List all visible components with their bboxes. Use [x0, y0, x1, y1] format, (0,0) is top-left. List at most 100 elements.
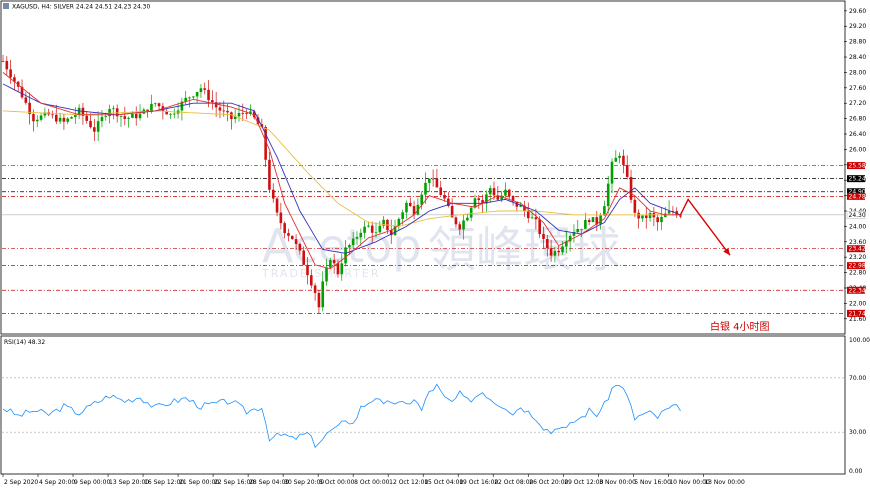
candle-body — [580, 228, 583, 230]
candle-body — [584, 219, 587, 229]
candle-body — [625, 164, 629, 177]
candle-body — [222, 110, 226, 112]
candle-body — [561, 246, 564, 253]
candle-body — [192, 96, 195, 98]
candle-body — [66, 118, 70, 122]
level-label: 21.74 — [849, 310, 866, 317]
candle-body — [576, 229, 580, 233]
rsi-label: RSI(14) 48.32 — [4, 339, 45, 346]
y-tick-label: 29.20 — [849, 23, 866, 30]
candle-body — [131, 113, 134, 118]
level-label: 22.98 — [849, 263, 866, 270]
candle-body — [370, 225, 374, 233]
candle-body — [614, 157, 618, 162]
x-tick-label: 26 Oct 20:00 — [529, 479, 568, 486]
candle-body — [439, 187, 443, 195]
candle-body — [542, 234, 545, 239]
watermark-cjk: 領峰環球 — [428, 222, 620, 278]
candle-body — [408, 202, 412, 207]
candle-body — [401, 212, 404, 219]
candle-body — [123, 116, 127, 119]
x-tick-label: 5 Oct 00:00 — [319, 479, 354, 486]
candle-body — [435, 178, 439, 188]
candle-body — [351, 238, 355, 246]
candle-body — [587, 219, 591, 223]
candle-body — [374, 232, 378, 234]
candle-body — [127, 117, 130, 119]
y-tick-label: 28.80 — [849, 39, 866, 46]
candle-body — [275, 198, 279, 213]
candle-body — [591, 217, 595, 223]
x-tick-label: 22 Oct 08:00 — [494, 479, 533, 486]
candle-body — [119, 116, 123, 117]
x-tick-label: 2 Sep 2020 — [4, 479, 38, 486]
candle-body — [526, 211, 530, 219]
candle-body — [157, 103, 161, 107]
candle-body — [553, 250, 557, 256]
candle-body — [287, 233, 290, 236]
candle-body — [530, 217, 534, 219]
candle-body — [112, 108, 115, 110]
candle-body — [268, 159, 271, 190]
y-tick-label: 28.00 — [849, 69, 866, 76]
chart-icon — [3, 3, 9, 9]
candle-body — [637, 212, 640, 219]
candle-body — [538, 219, 541, 235]
candle-body — [545, 238, 549, 249]
symbol-header: XAGUSD, H4: SILVER 24.24 24.51 24.23 24.… — [12, 4, 150, 11]
y-tick-label: 24.00 — [849, 223, 866, 230]
candle-body — [329, 260, 332, 268]
candle-body — [199, 88, 203, 93]
level-label: 23.42 — [849, 246, 866, 253]
candle-body — [477, 198, 481, 201]
candle-body — [492, 188, 496, 196]
candle-body — [610, 161, 614, 184]
candle-body — [507, 189, 511, 196]
candle-body — [340, 263, 344, 275]
candle-body — [226, 110, 229, 113]
candle-body — [367, 225, 370, 227]
candle-body — [359, 232, 363, 238]
candle-body — [599, 215, 602, 225]
candle-body — [104, 116, 108, 117]
rsi-bottom-label: 0.00 — [849, 468, 863, 475]
candle-body — [211, 100, 214, 103]
candle-body — [633, 199, 637, 213]
candle-body — [466, 217, 469, 221]
level-label: 22.34 — [849, 287, 866, 294]
y-tick-label: 27.20 — [849, 100, 866, 107]
x-tick-label: 19 Oct 16:00 — [459, 479, 498, 486]
candle-body — [195, 92, 199, 97]
candle-body — [241, 113, 245, 114]
candle-body — [405, 202, 408, 213]
candle-body — [70, 117, 73, 119]
rsi-top-label: 100.00 — [849, 337, 870, 344]
candle-body — [306, 264, 309, 276]
x-tick-label: 5 Nov 16:00 — [634, 479, 671, 486]
candle-body — [24, 97, 28, 103]
candle-body — [469, 207, 473, 218]
candle-body — [134, 113, 138, 119]
candle-body — [622, 155, 625, 165]
chart-annotation: 白银 4小时图 — [710, 320, 770, 333]
candle-body — [458, 224, 462, 230]
candle-body — [62, 117, 66, 122]
candle-body — [203, 88, 207, 90]
y-tick-label: 22.00 — [849, 300, 866, 307]
candle-body — [656, 217, 659, 223]
candle-body — [9, 69, 12, 78]
candle-body — [344, 247, 347, 264]
candle-body — [230, 112, 233, 120]
candle-body — [336, 263, 340, 275]
rsi-level-label: 70.00 — [849, 375, 866, 382]
x-tick-label: 3 Nov 00:00 — [599, 479, 636, 486]
x-tick-label: 29 Oct 12:00 — [564, 479, 603, 486]
candle-body — [39, 115, 43, 120]
y-tick-label: 23.20 — [849, 254, 866, 261]
candle-body — [85, 115, 89, 121]
candle-body — [237, 113, 241, 117]
candle-body — [431, 178, 435, 180]
candle-body — [663, 213, 667, 217]
level-label: 24.78 — [849, 193, 866, 200]
candle-body — [454, 217, 458, 225]
